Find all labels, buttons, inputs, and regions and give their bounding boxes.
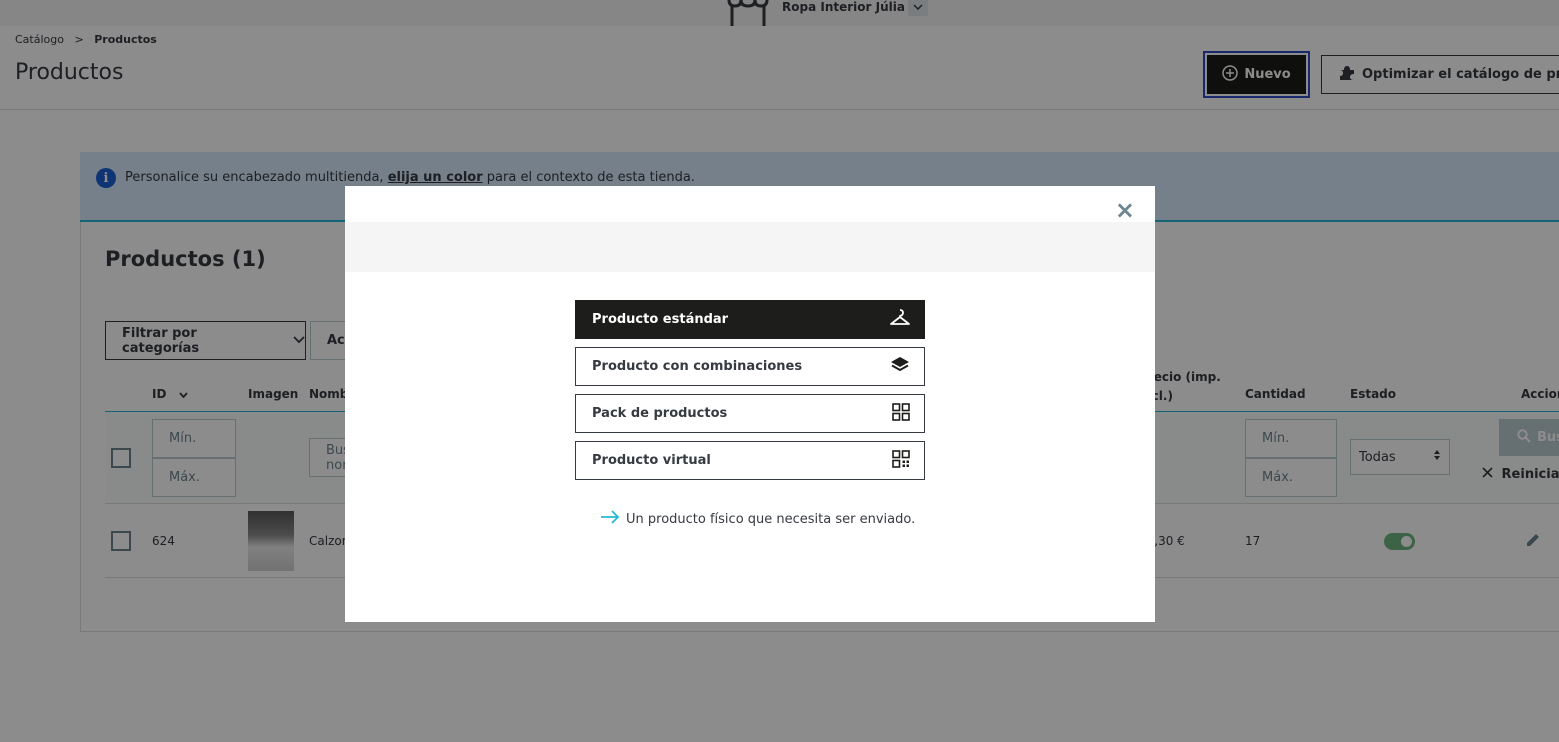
product-type-standard[interactable]: Producto estándar <box>575 300 925 339</box>
product-type-virtual-label: Producto virtual <box>592 453 711 468</box>
product-type-virtual[interactable]: Producto virtual <box>575 441 925 480</box>
product-type-pack[interactable]: Pack de productos <box>575 394 925 433</box>
layers-icon <box>890 356 910 378</box>
hanger-icon <box>890 308 910 331</box>
qr-icon <box>892 449 910 472</box>
product-type-standard-label: Producto estándar <box>592 312 729 327</box>
product-type-pack-label: Pack de productos <box>592 406 728 421</box>
product-type-modal: × Producto estándar Producto con combina… <box>345 186 1155 622</box>
close-modal-icon[interactable]: × <box>1115 196 1135 224</box>
product-type-description-text: Un producto físico que necesita ser envi… <box>626 511 916 527</box>
grid-icon <box>892 402 910 425</box>
product-type-combinations[interactable]: Producto con combinaciones <box>575 347 925 386</box>
modal-header-band <box>345 222 1155 272</box>
product-type-description: Un producto físico que necesita ser envi… <box>600 510 915 528</box>
arrow-right-icon <box>600 510 620 528</box>
product-type-combinations-label: Producto con combinaciones <box>592 359 803 374</box>
